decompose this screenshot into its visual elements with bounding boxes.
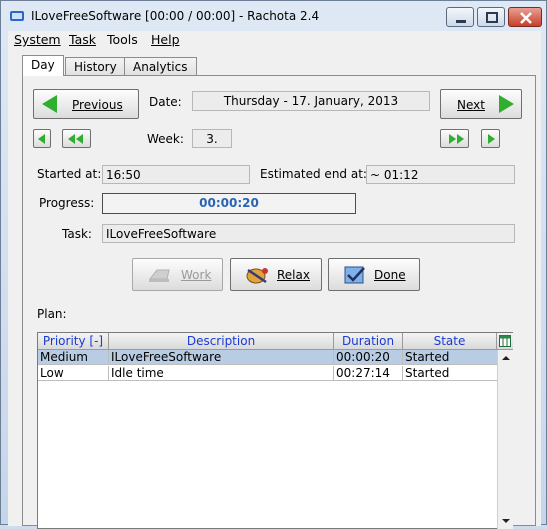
col-priority[interactable]: Priority [-] xyxy=(38,333,109,350)
table-row[interactable]: Medium ILoveFreeSoftware 00:00:20 Starte… xyxy=(38,350,497,365)
cell-priority: Medium xyxy=(38,350,109,365)
tab-day-label: Day xyxy=(31,58,55,72)
menu-system[interactable]: System xyxy=(14,32,61,47)
col-duration-label: Duration xyxy=(341,334,395,348)
arrow-right-icon xyxy=(499,95,514,113)
task-field: ILoveFreeSoftware xyxy=(102,224,515,243)
week-label: Week: xyxy=(147,132,184,146)
previous-button[interactable]: Previous xyxy=(33,89,139,119)
minimize-button[interactable] xyxy=(446,7,474,27)
double-right-icon xyxy=(449,134,456,144)
progress-label: Progress: xyxy=(39,196,95,210)
previous-week-button[interactable] xyxy=(62,129,91,148)
scroll-down-icon[interactable] xyxy=(498,515,514,527)
progress-bar: 00:00:20 xyxy=(102,193,356,214)
small-right-icon xyxy=(488,134,495,144)
task-label: Task: xyxy=(62,227,92,241)
col-state-label: State xyxy=(433,334,466,348)
work-icon xyxy=(148,269,170,282)
col-duration[interactable]: Duration xyxy=(334,333,403,350)
cell-priority: Low xyxy=(38,366,109,381)
menu-task-label: Task xyxy=(69,32,96,47)
week-field: 3. xyxy=(192,129,232,148)
relax-button[interactable]: Relax xyxy=(230,258,322,291)
date-field: Thursday - 17. January, 2013 xyxy=(192,91,430,111)
done-button[interactable]: Done xyxy=(328,258,420,291)
small-left-icon xyxy=(38,134,45,144)
next-week-button[interactable] xyxy=(440,129,469,148)
col-state[interactable]: State xyxy=(403,333,497,350)
app-icon xyxy=(10,11,24,21)
table-row[interactable]: Low Idle time 00:27:14 Started xyxy=(38,366,497,381)
menu-tools[interactable]: Tools xyxy=(107,32,138,47)
menu-help-label: Help xyxy=(151,32,180,47)
started-field: 16:50 xyxy=(102,165,250,184)
client-area: Day History Analytics Previous Date: Thu… xyxy=(8,49,541,529)
maximize-button[interactable] xyxy=(477,7,505,27)
next-label: Next xyxy=(457,98,485,112)
done-label: Done xyxy=(374,268,406,282)
app-window: ILoveFreeSoftware [00:00 / 00:00] - Rach… xyxy=(0,0,547,529)
tab-analytics[interactable]: Analytics xyxy=(124,57,197,76)
double-left-icon xyxy=(68,134,75,144)
cell-description: ILoveFreeSoftware xyxy=(109,350,334,365)
tab-day[interactable]: Day xyxy=(22,55,64,76)
tab-history-label: History xyxy=(74,60,117,74)
scroll-up-icon[interactable] xyxy=(498,352,514,364)
cell-description: Idle time xyxy=(109,366,334,381)
estimated-field: ~ 01:12 xyxy=(366,165,515,184)
menu-bar: System Task Tools Help xyxy=(8,31,541,49)
window-title: ILoveFreeSoftware [00:00 / 00:00] - Rach… xyxy=(31,9,320,23)
done-icon xyxy=(344,266,365,284)
relax-label: Relax xyxy=(277,268,310,282)
work-button[interactable]: Work xyxy=(132,258,223,291)
plan-label: Plan: xyxy=(37,307,67,321)
col-description-label: Description xyxy=(186,334,256,348)
relax-icon xyxy=(246,268,268,284)
table-columns-icon xyxy=(499,335,511,347)
minimize-icon xyxy=(456,20,466,23)
cell-state: Started xyxy=(405,366,450,380)
menu-tools-label: Tools xyxy=(107,32,138,47)
cell-duration: 00:27:14 xyxy=(334,366,403,381)
column-chooser-button[interactable] xyxy=(497,333,513,350)
estimated-label: Estimated end at: xyxy=(260,167,367,181)
tab-analytics-label: Analytics xyxy=(133,60,188,74)
cell-duration: 00:00:20 xyxy=(334,350,403,365)
col-description[interactable]: Description xyxy=(109,333,334,350)
menu-task[interactable]: Task xyxy=(69,32,96,47)
menu-help[interactable]: Help xyxy=(151,32,180,47)
previous-day-button[interactable] xyxy=(33,129,51,148)
maximize-icon xyxy=(486,12,498,23)
next-button[interactable]: Next xyxy=(440,89,522,119)
started-label: Started at: xyxy=(37,167,102,181)
tab-history[interactable]: History xyxy=(65,57,126,76)
menu-system-label: System xyxy=(14,32,61,47)
close-button[interactable] xyxy=(508,7,542,27)
progress-value: 00:00:20 xyxy=(199,196,259,210)
cell-state: Started xyxy=(405,350,450,364)
date-label: Date: xyxy=(149,95,182,109)
work-label: Work xyxy=(181,268,212,282)
arrow-left-icon xyxy=(42,95,57,113)
next-day-button[interactable] xyxy=(481,129,500,148)
plan-table: Priority [-] Description Duration State … xyxy=(37,332,513,529)
title-bar[interactable]: ILoveFreeSoftware [00:00 / 00:00] - Rach… xyxy=(1,1,546,31)
previous-label: Previous xyxy=(72,98,123,112)
day-panel: Previous Date: Thursday - 17. January, 2… xyxy=(22,75,536,529)
close-icon xyxy=(520,12,532,24)
col-priority-label: Priority [-] xyxy=(42,334,104,348)
vertical-scrollbar[interactable] xyxy=(497,350,513,529)
